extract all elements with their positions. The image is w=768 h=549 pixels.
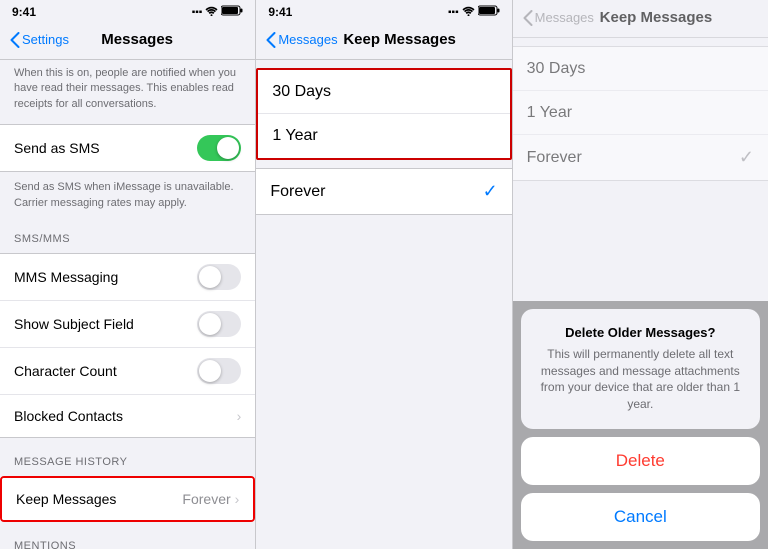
character-count-label: Character Count — [14, 363, 197, 379]
blocked-contacts-row[interactable]: Blocked Contacts › — [0, 395, 255, 437]
signal-icon-2: ▪▪▪ — [448, 7, 459, 18]
signal-icon: ▪▪▪ — [192, 7, 203, 18]
p2-1year-label: 1 Year — [272, 127, 495, 145]
keep-messages-row[interactable]: Keep Messages Forever › — [2, 478, 253, 520]
status-time-1: 9:41 — [12, 5, 36, 19]
nav-bar-1: Settings Messages — [0, 22, 255, 60]
status-icons-2: ▪▪▪ — [448, 5, 500, 19]
mms-messaging-toggle[interactable] — [197, 264, 241, 290]
panel-keep-messages-alert: Messages Keep Messages 30 Days 1 Year Fo… — [512, 0, 768, 549]
blocked-contacts-chevron: › — [237, 408, 242, 424]
sms-mms-header: SMS/MMS — [0, 219, 255, 249]
p2-forever-label: Forever — [270, 183, 482, 201]
nav-title-3: Keep Messages — [554, 9, 758, 26]
send-as-sms-toggle[interactable] — [197, 135, 241, 161]
send-as-sms-group: Send as SMS — [0, 124, 255, 172]
p3-forever-label: Forever — [527, 149, 739, 167]
message-history-header: MESSAGE HISTORY — [0, 442, 255, 472]
p3-1year-label: 1 Year — [527, 104, 754, 122]
p3-30days-label: 30 Days — [527, 60, 754, 78]
show-subject-field-label: Show Subject Field — [14, 316, 197, 332]
status-bar-1: 9:41 ▪▪▪ — [0, 0, 255, 22]
blocked-contacts-label: Blocked Contacts — [14, 408, 237, 424]
send-as-sms-label: Send as SMS — [14, 140, 197, 156]
character-count-row[interactable]: Character Count — [0, 348, 255, 395]
wifi-icon — [205, 6, 218, 19]
battery-icon — [221, 5, 243, 19]
panel2-content: 30 Days 1 Year Forever ✓ — [256, 60, 511, 549]
nav-title-2: Keep Messages — [298, 31, 502, 48]
p2-selection-group: 30 Days 1 Year — [256, 68, 511, 160]
p2-30days-label: 30 Days — [272, 83, 495, 101]
mms-messaging-row[interactable]: MMS Messaging — [0, 254, 255, 301]
delete-button[interactable]: Delete — [521, 437, 760, 485]
battery-icon-2 — [478, 5, 500, 19]
wifi-icon-2 — [462, 6, 475, 19]
alert-title: Delete Older Messages? — [535, 325, 746, 340]
show-subject-toggle[interactable] — [197, 311, 241, 337]
nav-bar-3: Messages Keep Messages — [513, 0, 768, 38]
alert-overlay: Delete Older Messages? This will permane… — [513, 301, 768, 549]
cancel-button[interactable]: Cancel — [521, 493, 760, 541]
panel-keep-messages: 9:41 ▪▪▪ Messages — [255, 0, 511, 549]
character-count-toggle[interactable] — [197, 358, 241, 384]
send-as-sms-row[interactable]: Send as SMS — [0, 125, 255, 171]
mentions-header: MENTIONS — [0, 526, 255, 549]
p3-1year-row: 1 Year — [513, 91, 768, 135]
alert-box: Delete Older Messages? This will permane… — [521, 309, 760, 429]
keep-messages-value: Forever — [182, 491, 230, 507]
panel-messages-settings: 9:41 ▪▪▪ Settings — [0, 0, 255, 549]
alert-message: This will permanently delete all text me… — [535, 346, 746, 413]
status-bar-2: 9:41 ▪▪▪ — [256, 0, 511, 22]
p2-1year-row[interactable]: 1 Year — [258, 114, 509, 158]
show-subject-field-row[interactable]: Show Subject Field — [0, 301, 255, 348]
keep-messages-chevron: › — [235, 491, 240, 507]
p3-30days-row: 30 Days — [513, 47, 768, 91]
p2-forever-group: Forever ✓ — [256, 168, 511, 215]
top-description: When this is on, people are notified whe… — [0, 60, 255, 120]
nav-title-1: Messages — [29, 31, 245, 48]
toggle-knob — [217, 137, 239, 159]
send-as-sms-desc: Send as SMS when iMessage is unavailable… — [0, 176, 255, 219]
p2-forever-checkmark: ✓ — [483, 181, 498, 202]
panel1-content: When this is on, people are notified whe… — [0, 60, 255, 549]
p2-30days-row[interactable]: 30 Days — [258, 70, 509, 114]
mms-messaging-label: MMS Messaging — [14, 269, 197, 285]
p3-forever-row: Forever ✓ — [513, 135, 768, 180]
status-icons-1: ▪▪▪ — [192, 5, 244, 19]
p3-options-group: 30 Days 1 Year Forever ✓ — [513, 46, 768, 181]
p2-forever-row[interactable]: Forever ✓ — [256, 169, 511, 214]
sms-mms-group: MMS Messaging Show Subject Field Charact… — [0, 253, 255, 438]
p3-forever-checkmark: ✓ — [739, 147, 754, 168]
nav-bar-2: Messages Keep Messages — [256, 22, 511, 60]
status-time-2: 9:41 — [268, 5, 292, 19]
keep-messages-group: Keep Messages Forever › — [0, 476, 255, 522]
keep-messages-label: Keep Messages — [16, 491, 182, 507]
